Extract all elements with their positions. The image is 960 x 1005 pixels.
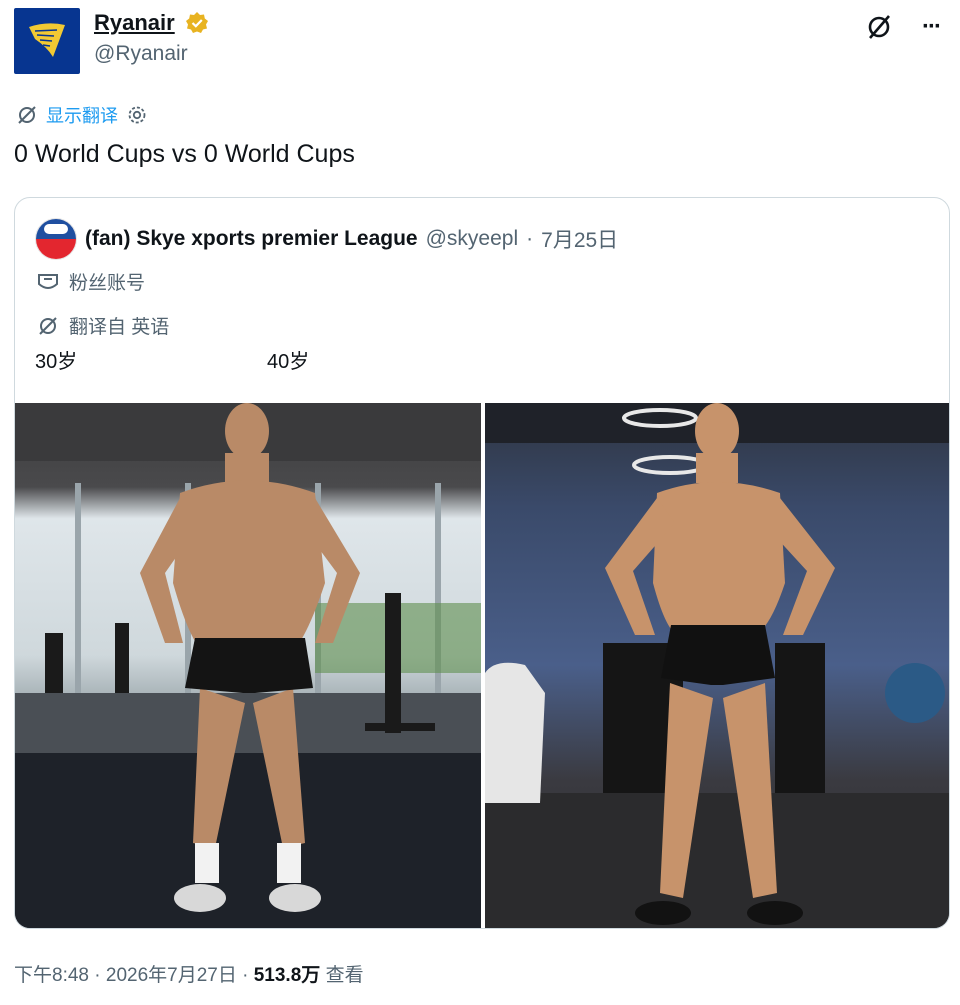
quoted-date[interactable]: 7月25日 (541, 224, 618, 254)
tweet-text: 0 World Cups vs 0 World Cups (14, 140, 355, 168)
tweet-metadata: 下午8:48 · 2026年7月27日 · 513.8万 查看 (14, 960, 364, 987)
show-translation-link[interactable]: 显示翻译 (46, 102, 118, 128)
views-label: 查看 (325, 965, 364, 986)
display-name[interactable]: Ryanair (94, 10, 175, 36)
caption-right: 40岁 (267, 351, 310, 373)
photo-age-30[interactable] (15, 403, 481, 928)
quoted-tweet[interactable]: (fan) Skye xports premier League @skyeep… (14, 197, 950, 929)
fan-badge-icon (38, 273, 58, 289)
handle[interactable]: @Ryanair (94, 42, 209, 66)
fan-account-label: 粉丝账号 (37, 268, 145, 295)
caption-left: 30岁 (35, 351, 78, 373)
harp-logo-icon (29, 23, 65, 57)
separator-dot: · (242, 965, 249, 986)
quoted-handle[interactable]: @skyeepl (426, 227, 519, 251)
more-options-icon[interactable]: ··· (916, 12, 946, 42)
photo-age-40[interactable] (485, 403, 949, 928)
translated-from-label[interactable]: 翻译自 英语 (37, 312, 169, 339)
separator-dot: · (526, 227, 534, 250)
avatar[interactable] (14, 8, 80, 74)
verified-badge-icon (186, 12, 209, 33)
view-count: 513.8万 (253, 965, 321, 986)
quoted-display-name[interactable]: (fan) Skye xports premier League (85, 227, 418, 251)
gym-scene-illustration (485, 403, 949, 928)
grok-icon[interactable] (864, 12, 894, 42)
show-translation-row[interactable]: 显示翻译 (16, 102, 148, 128)
translated-from-text: 翻译自 英语 (69, 317, 170, 338)
gear-icon[interactable] (126, 104, 148, 126)
translate-icon (39, 316, 57, 335)
translate-icon (18, 106, 36, 124)
tweet-header: Ryanair @Ryanair ··· (14, 8, 946, 78)
separator-dot: · (94, 965, 101, 986)
quoted-avatar[interactable] (35, 218, 77, 260)
gym-scene-illustration (15, 403, 481, 928)
post-time[interactable]: 下午8:48 (14, 965, 89, 986)
fan-account-text: 粉丝账号 (69, 273, 146, 294)
post-date[interactable]: 2026年7月27日 (106, 965, 237, 986)
